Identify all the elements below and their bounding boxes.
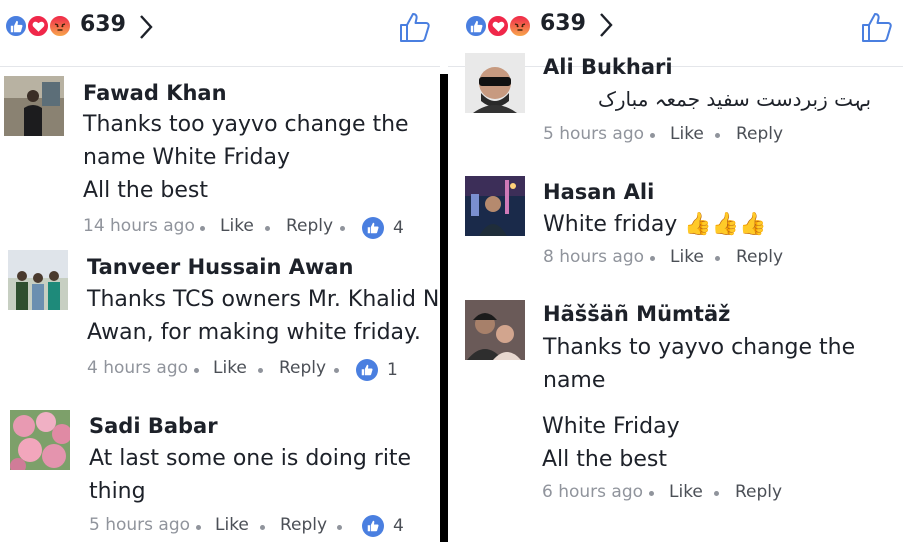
comment-sadi-babar: Sadi Babar At last some one is doing rit…	[0, 408, 440, 542]
reply-link[interactable]: Reply	[286, 216, 333, 236]
like-link[interactable]: Like	[215, 515, 249, 535]
comment-text-line: Thanks TCS owners Mr. Khalid N	[87, 287, 440, 312]
comment-timestamp: 5 hours ago	[89, 515, 191, 535]
chevron-right-icon[interactable]	[598, 12, 614, 42]
separator-dot	[649, 491, 654, 496]
comment-text-line: White Friday	[542, 414, 680, 439]
angry-reaction-icon	[48, 14, 72, 38]
comment-text-line: All the best	[542, 447, 667, 472]
comment-timestamp: 8 hours ago	[543, 247, 645, 267]
comment-text-line: Thanks too yayvo change the	[83, 112, 409, 137]
like-link[interactable]: Like	[213, 358, 247, 378]
like-count[interactable]: 4	[393, 218, 404, 238]
comment-author[interactable]: Hasan Ali	[543, 180, 654, 204]
comment-hassan-mumtaz: Hãššäñ Mümtäž Thanks to yayvo change the…	[448, 298, 903, 542]
comment-author[interactable]: Hãššäñ Mümtäž	[543, 302, 730, 326]
reply-link[interactable]: Reply	[735, 482, 782, 502]
avatar[interactable]	[8, 250, 68, 310]
reactions-bar[interactable]: 639	[0, 0, 440, 66]
chevron-right-icon[interactable]	[138, 14, 154, 44]
like-link[interactable]: Like	[670, 124, 704, 144]
avatar[interactable]	[4, 76, 64, 136]
love-reaction-icon	[486, 14, 510, 38]
love-reaction-icon	[26, 14, 50, 38]
reply-link[interactable]: Reply	[736, 247, 783, 267]
like-link[interactable]: Like	[670, 247, 704, 267]
separator-dot	[715, 256, 720, 261]
comment-hasan-ali: Hasan Ali White friday 👍👍👍 8 hours ago L…	[448, 176, 903, 276]
separator-dot	[714, 491, 719, 496]
avatar[interactable]	[465, 300, 525, 360]
separator-dot	[334, 368, 339, 373]
comments-panel-left: 639 Fawad Khan Thanks too yayvo change t…	[0, 0, 440, 542]
thumbs-up-outline-icon[interactable]	[860, 10, 894, 48]
comment-timestamp: 5 hours ago	[543, 124, 645, 144]
reaction-count: 639	[80, 12, 126, 37]
like-badge-icon	[356, 359, 378, 381]
separator-dot	[340, 226, 345, 231]
separator-dot	[260, 525, 265, 530]
comment-text-line: thing	[89, 479, 146, 504]
separator-dot	[650, 256, 655, 261]
angry-reaction-icon	[508, 14, 532, 38]
like-badge-icon	[362, 217, 384, 239]
comment-text-line: Thanks to yayvo change the	[543, 335, 856, 360]
comment-text-line: Awan, for making white friday.	[87, 320, 421, 345]
separator-dot	[194, 368, 199, 373]
comment-ali-bukhari: Ali Bukhari بہت زبردست سفید جمعہ مبارک 5…	[448, 53, 903, 162]
separator-dot	[337, 525, 342, 530]
comment-author[interactable]: Sadi Babar	[89, 414, 218, 438]
like-badge-icon	[362, 515, 384, 537]
like-count[interactable]: 1	[387, 360, 398, 380]
comment-author[interactable]: Tanveer Hussain Awan	[87, 255, 354, 279]
separator-dot	[200, 226, 205, 231]
comment-text-line: name	[543, 368, 606, 393]
comment-text-line: name White Friday	[83, 145, 291, 170]
comment-text-line: At last some one is doing rite	[89, 446, 412, 471]
separator-dot	[196, 525, 201, 530]
comment-text-line: All the best	[83, 178, 208, 203]
comment-author[interactable]: Ali Bukhari	[543, 55, 673, 79]
comments-panel-right: 639 Ali Bukhari بہت زبردست سفید جمعہ مبا…	[448, 0, 903, 542]
separator-dot	[265, 226, 270, 231]
reply-link[interactable]: Reply	[736, 124, 783, 144]
reply-link[interactable]: Reply	[280, 515, 327, 535]
avatar[interactable]	[465, 53, 525, 113]
separator-dot	[715, 133, 720, 138]
separator-dot	[258, 368, 263, 373]
comment-timestamp: 4 hours ago	[87, 358, 189, 378]
reaction-count: 639	[540, 11, 586, 36]
separator-dot	[650, 133, 655, 138]
divider	[0, 66, 440, 67]
like-link[interactable]: Like	[669, 482, 703, 502]
comment-text-line: White friday 👍👍👍	[543, 212, 767, 237]
comment-text-line: بہت زبردست سفید جمعہ مبارک	[598, 87, 872, 111]
comment-timestamp: 6 hours ago	[542, 482, 644, 502]
like-link[interactable]: Like	[220, 216, 254, 236]
avatar[interactable]	[465, 176, 525, 236]
thumbs-up-outline-icon[interactable]	[398, 10, 432, 48]
comment-tanveer-hussain-awan: Tanveer Hussain Awan Thanks TCS owners M…	[0, 250, 440, 390]
comment-fawad-khan: Fawad Khan Thanks too yayvo change the n…	[0, 76, 440, 246]
like-reaction-icon	[464, 14, 488, 38]
comment-author[interactable]: Fawad Khan	[83, 81, 227, 105]
like-count[interactable]: 4	[393, 516, 404, 536]
like-reaction-icon	[4, 14, 28, 38]
screenshot-divider	[440, 74, 448, 542]
avatar[interactable]	[10, 410, 70, 470]
reply-link[interactable]: Reply	[279, 358, 326, 378]
comment-timestamp: 14 hours ago	[83, 216, 195, 236]
